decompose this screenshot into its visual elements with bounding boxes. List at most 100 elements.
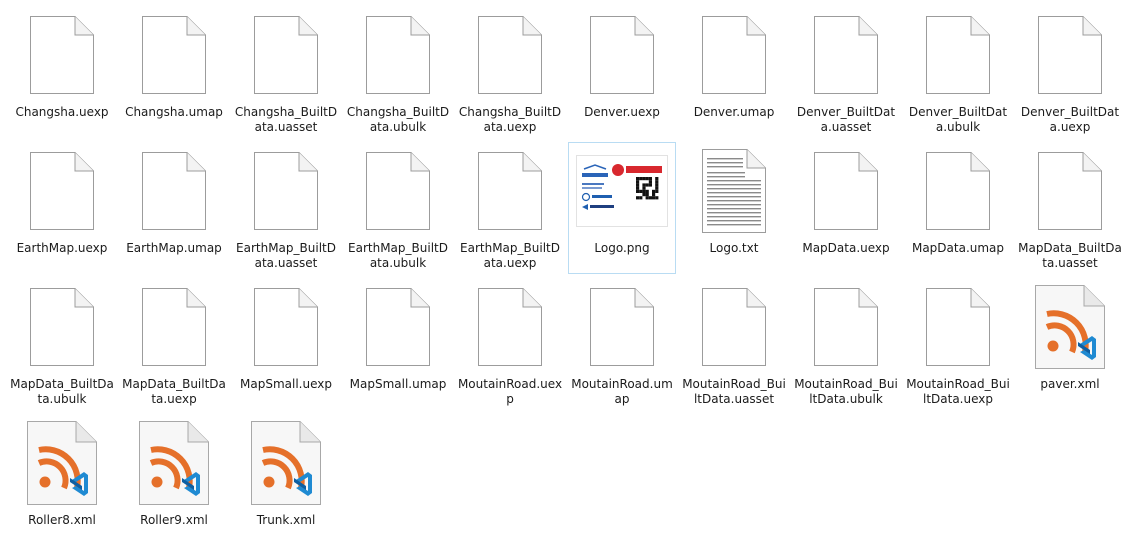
blank-file-icon [14, 143, 110, 239]
blank-file-icon [686, 7, 782, 103]
file-item-mapdata-builtdata-uasset[interactable]: MapData_BuiltData.uasset [1016, 142, 1121, 274]
file-name-label: MapData.umap [911, 241, 1005, 255]
blank-file-icon [798, 7, 894, 103]
blank-file-icon [350, 7, 446, 103]
file-name-label: MoutainRoad_BuiltData.uasset [682, 377, 786, 406]
file-name-label: MapData_BuiltData.ubulk [10, 377, 114, 406]
file-item-mapdata-builtdata-uexp[interactable]: MapData_BuiltData.uexp [120, 278, 228, 410]
file-name-label: EarthMap_BuiltData.ubulk [348, 241, 448, 270]
file-item-denver-umap[interactable]: Denver.umap [680, 6, 788, 138]
file-item-roller8-xml[interactable]: Roller8.xml [8, 414, 116, 546]
file-name-label: MoutainRoad_BuiltData.ubulk [794, 377, 898, 406]
file-item-logo-png[interactable]: Logo.png [568, 142, 676, 274]
blank-file-icon [910, 7, 1006, 103]
file-name-label: MapSmall.uexp [240, 377, 332, 391]
text-file-icon [686, 143, 782, 239]
file-name-label: Denver.umap [693, 105, 775, 119]
file-item-changsha-uexp[interactable]: Changsha.uexp [8, 6, 116, 138]
file-name-label: EarthMap.uexp [16, 241, 108, 255]
file-name-label: MoutainRoad_BuiltData.uexp [906, 377, 1010, 406]
file-item-trunk-xml[interactable]: Trunk.xml [232, 414, 340, 546]
file-item-mapdata-builtdata-ubulk[interactable]: MapData_BuiltData.ubulk [8, 278, 116, 410]
rss-xml-file-icon [14, 415, 110, 511]
file-name-label: Logo.txt [709, 241, 759, 255]
file-item-earthmap-uexp[interactable]: EarthMap.uexp [8, 142, 116, 274]
file-item-changsha-umap[interactable]: Changsha.umap [120, 6, 228, 138]
file-name-label: Logo.png [594, 241, 650, 255]
file-name-label: Changsha_BuiltData.uasset [234, 105, 338, 134]
file-item-denver-builtdata-ubulk[interactable]: Denver_BuiltData.ubulk [904, 6, 1012, 138]
file-name-label: Denver.uexp [584, 105, 660, 119]
rss-xml-file-icon [126, 415, 222, 511]
file-item-logo-txt[interactable]: Logo.txt [680, 142, 788, 274]
blank-file-icon [462, 143, 558, 239]
file-item-earthmap-builtdata-uexp[interactable]: EarthMap_BuiltData.uexp [456, 142, 564, 274]
file-name-label: MapData.uexp [802, 241, 890, 255]
file-item-moutainroad-uexp[interactable]: MoutainRoad.uexp [456, 278, 564, 410]
blank-file-icon [910, 143, 1006, 239]
blank-file-icon [126, 143, 222, 239]
file-item-paver-xml[interactable]: paver.xml [1016, 278, 1121, 410]
file-item-mapdata-umap[interactable]: MapData.umap [904, 142, 1012, 274]
file-item-denver-builtdata-uexp[interactable]: Denver_BuiltData.uexp [1016, 6, 1121, 138]
file-name-label: Denver_BuiltData.ubulk [908, 105, 1008, 134]
file-item-denver-uexp[interactable]: Denver.uexp [568, 6, 676, 138]
file-item-earthmap-builtdata-ubulk[interactable]: EarthMap_BuiltData.ubulk [344, 142, 452, 274]
file-item-moutainroad-umap[interactable]: MoutainRoad.umap [568, 278, 676, 410]
file-name-label: EarthMap_BuiltData.uexp [460, 241, 560, 270]
file-name-label: Trunk.xml [256, 513, 316, 527]
blank-file-icon [238, 279, 334, 375]
file-item-changsha-builtdata-uasset[interactable]: Changsha_BuiltData.uasset [232, 6, 340, 138]
file-name-label: MapData_BuiltData.uasset [1018, 241, 1121, 270]
blank-file-icon [798, 279, 894, 375]
file-item-denver-builtdata-uasset[interactable]: Denver_BuiltData.uasset [792, 6, 900, 138]
blank-file-icon [1022, 143, 1118, 239]
file-name-label: MapSmall.umap [349, 377, 447, 391]
file-item-moutainroad-builtdata-ubulk[interactable]: MoutainRoad_BuiltData.ubulk [792, 278, 900, 410]
blank-file-icon [1022, 7, 1118, 103]
file-name-label: EarthMap_BuiltData.uasset [236, 241, 336, 270]
file-item-roller9-xml[interactable]: Roller9.xml [120, 414, 228, 546]
file-item-changsha-builtdata-uexp[interactable]: Changsha_BuiltData.uexp [456, 6, 564, 138]
file-name-label: Roller8.xml [28, 513, 96, 527]
file-name-label: Changsha_BuiltData.ubulk [346, 105, 450, 134]
blank-file-icon [238, 7, 334, 103]
file-name-label: Denver_BuiltData.uexp [1020, 105, 1120, 134]
blank-file-icon [126, 7, 222, 103]
file-name-label: EarthMap.umap [126, 241, 222, 255]
file-item-earthmap-umap[interactable]: EarthMap.umap [120, 142, 228, 274]
file-grid: Changsha.uexp Changsha.umap Changsha_Built… [6, 4, 1121, 548]
file-name-label: MapData_BuiltData.uexp [122, 377, 226, 406]
file-item-mapdata-uexp[interactable]: MapData.uexp [792, 142, 900, 274]
file-item-mapsmall-uexp[interactable]: MapSmall.uexp [232, 278, 340, 410]
blank-file-icon [126, 279, 222, 375]
file-name-label: Changsha.umap [125, 105, 223, 119]
blank-file-icon [350, 143, 446, 239]
file-name-label: MoutainRoad.umap [571, 377, 673, 406]
file-item-mapsmall-umap[interactable]: MapSmall.umap [344, 278, 452, 410]
rss-xml-file-icon [1022, 279, 1118, 375]
blank-file-icon [14, 7, 110, 103]
file-item-moutainroad-builtdata-uasset[interactable]: MoutainRoad_BuiltData.uasset [680, 278, 788, 410]
blank-file-icon [238, 143, 334, 239]
file-name-label: paver.xml [1040, 377, 1100, 391]
blank-file-icon [14, 279, 110, 375]
blank-file-icon [462, 7, 558, 103]
file-name-label: Changsha_BuiltData.uexp [458, 105, 562, 134]
blank-file-icon [686, 279, 782, 375]
file-item-moutainroad-builtdata-uexp[interactable]: MoutainRoad_BuiltData.uexp [904, 278, 1012, 410]
file-name-label: Denver_BuiltData.uasset [796, 105, 896, 134]
blank-file-icon [574, 7, 670, 103]
blank-file-icon [574, 279, 670, 375]
blank-file-icon [350, 279, 446, 375]
file-name-label: Changsha.uexp [15, 105, 109, 119]
rss-xml-file-icon [238, 415, 334, 511]
file-item-earthmap-builtdata-uasset[interactable]: EarthMap_BuiltData.uasset [232, 142, 340, 274]
file-item-changsha-builtdata-ubulk[interactable]: Changsha_BuiltData.ubulk [344, 6, 452, 138]
blank-file-icon [462, 279, 558, 375]
blank-file-icon [798, 143, 894, 239]
blank-file-icon [910, 279, 1006, 375]
file-name-label: Roller9.xml [140, 513, 208, 527]
file-name-label: MoutainRoad.uexp [457, 377, 563, 406]
logo-thumbnail-icon [574, 143, 670, 239]
